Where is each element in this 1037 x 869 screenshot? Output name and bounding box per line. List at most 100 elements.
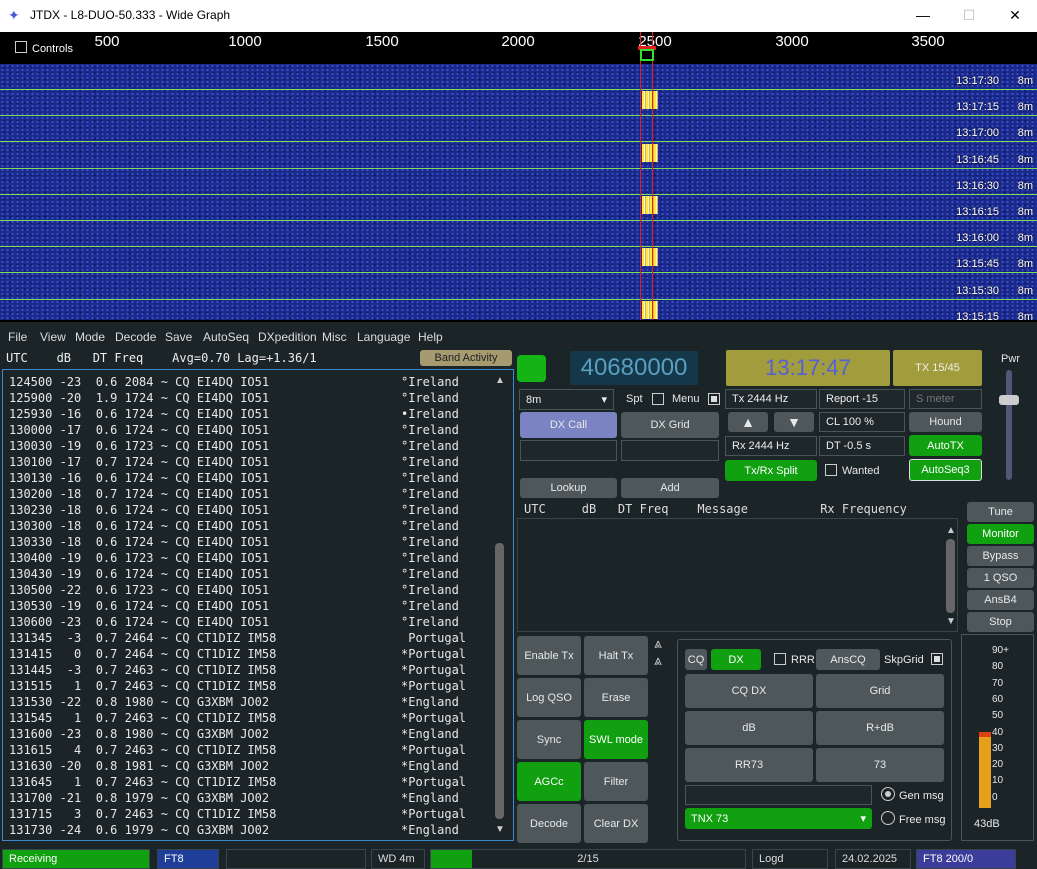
generated-message-field[interactable] xyxy=(685,785,872,805)
one-qso-button[interactable]: 1 QSO xyxy=(967,568,1034,588)
list-item[interactable]: 131600 -23 0.8 1980 ~ CQ G3XBM JO02 *Engl… xyxy=(9,726,459,742)
ansb4-button[interactable]: AnsB4 xyxy=(967,590,1034,610)
list-item[interactable]: 131630 -20 0.8 1981 ~ CQ G3XBM JO02 *Engl… xyxy=(9,758,459,774)
dx-grid-button[interactable]: DX Grid xyxy=(621,412,719,438)
list-item[interactable]: 131715 3 0.7 2463 ~ CQ CT1DIZ IM58 *Portu… xyxy=(9,806,466,822)
cq-button[interactable]: CQ xyxy=(685,649,707,670)
list-item[interactable]: 131645 1 0.7 2463 ~ CQ CT1DIZ IM58 *Portu… xyxy=(9,774,466,790)
scroll-down-icon[interactable]: ▼ xyxy=(495,824,505,835)
filter-button[interactable]: Filter xyxy=(584,762,648,801)
menu-file[interactable]: File xyxy=(8,330,27,344)
band-activity-list[interactable]: 124500 -23 0.6 2084 ~ CQ EI4DQ IO51 °Irel… xyxy=(2,369,514,841)
halt-tx-button[interactable]: Halt Tx xyxy=(584,636,648,675)
rx-scroll-down-icon[interactable]: ▼ xyxy=(946,616,956,627)
clear-dx-button[interactable]: Clear DX xyxy=(584,804,648,843)
rr73-button[interactable]: RR73 xyxy=(685,748,813,782)
wanted-checkbox[interactable] xyxy=(825,464,837,476)
dx-call-button[interactable]: DX Call xyxy=(520,412,617,438)
list-item[interactable]: 130300 -18 0.6 1724 ~ CQ EI4DQ IO51 °Irel… xyxy=(9,518,459,534)
list-item[interactable]: 131415 0 0.7 2464 ~ CQ CT1DIZ IM58 *Portu… xyxy=(9,646,466,662)
bypass-button[interactable]: Bypass xyxy=(967,546,1034,566)
agcc-button[interactable]: AGCc xyxy=(517,762,581,801)
scrollbar-thumb[interactable] xyxy=(495,543,504,819)
list-item[interactable]: 124500 -23 0.6 2084 ~ CQ EI4DQ IO51 °Irel… xyxy=(9,374,459,390)
list-item[interactable]: 130430 -19 0.6 1724 ~ CQ EI4DQ IO51 °Irel… xyxy=(9,566,459,582)
enable-tx-button[interactable]: Enable Tx xyxy=(517,636,581,675)
report-spinbox[interactable]: Report -15 xyxy=(819,389,905,409)
list-item[interactable]: 125900 -20 1.9 1724 ~ CQ EI4DQ IO51 °Irel… xyxy=(9,390,459,406)
spt-checkbox[interactable] xyxy=(652,393,664,405)
erase-button[interactable]: Erase xyxy=(584,678,648,717)
maximize-button[interactable]: ☐ xyxy=(946,4,992,28)
band-select[interactable]: 8m ▾ xyxy=(519,389,614,410)
s-meter-field[interactable]: S meter xyxy=(909,389,982,409)
list-item[interactable]: 131345 -3 0.7 2464 ~ CQ CT1DIZ IM58 Port… xyxy=(9,630,466,646)
list-item[interactable]: 130330 -18 0.6 1724 ~ CQ EI4DQ IO51 °Irel… xyxy=(9,534,459,550)
menu-misc[interactable]: Misc xyxy=(322,330,347,344)
free-message-select[interactable]: TNX 73 ▾ xyxy=(685,808,872,829)
tune-button[interactable]: Tune xyxy=(967,502,1034,522)
skpgrid-checkbox[interactable] xyxy=(931,653,943,665)
stop-button[interactable]: Stop xyxy=(967,612,1034,632)
power-slider-handle[interactable] xyxy=(999,395,1019,405)
r-db-button[interactable]: R+dB xyxy=(816,711,944,745)
list-item[interactable]: 130230 -18 0.6 1724 ~ CQ EI4DQ IO51 °Irel… xyxy=(9,502,459,518)
list-item[interactable]: 131615 4 0.7 2463 ~ CQ CT1DIZ IM58 *Portu… xyxy=(9,742,466,758)
monitor-button[interactable]: Monitor xyxy=(967,524,1034,544)
band-activity-label[interactable]: Band Activity xyxy=(420,350,512,366)
power-slider[interactable] xyxy=(1006,370,1012,480)
list-item[interactable]: 130100 -17 0.7 1724 ~ CQ EI4DQ IO51 °Irel… xyxy=(9,454,459,470)
lookup-button[interactable]: Lookup xyxy=(520,478,617,498)
rrr-checkbox[interactable] xyxy=(774,653,786,665)
tx-frequency[interactable]: Tx 2444 Hz xyxy=(725,389,817,409)
close-button[interactable]: ✕ xyxy=(992,4,1037,28)
menu-save[interactable]: Save xyxy=(165,330,192,344)
gen-msg-radio[interactable] xyxy=(881,787,895,801)
swl-mode-button[interactable]: SWL mode xyxy=(584,720,648,759)
tx-period-button[interactable]: TX 15/45 xyxy=(893,350,982,386)
menu-view[interactable]: View xyxy=(40,330,66,344)
menu-decode[interactable]: Decode xyxy=(115,330,156,344)
db-button[interactable]: dB xyxy=(685,711,813,745)
cq-dx-button[interactable]: CQ DX xyxy=(685,674,813,708)
list-item[interactable]: 131530 -22 0.8 1980 ~ CQ G3XBM JO02 *Engl… xyxy=(9,694,459,710)
grid-button[interactable]: Grid xyxy=(816,674,944,708)
list-item[interactable]: 131545 1 0.7 2463 ~ CQ CT1DIZ IM58 *Portu… xyxy=(9,710,466,726)
anscq-button[interactable]: AnsCQ xyxy=(816,649,880,670)
minimize-button[interactable]: — xyxy=(900,4,946,28)
rx-scrollbar-thumb[interactable] xyxy=(946,539,955,613)
list-item[interactable]: 130400 -19 0.6 1723 ~ CQ EI4DQ IO51 °Irel… xyxy=(9,550,459,566)
free-msg-radio[interactable] xyxy=(881,811,895,825)
menu-help[interactable]: Help xyxy=(418,330,443,344)
list-item[interactable]: 131515 1 0.7 2463 ~ CQ CT1DIZ IM58 *Portu… xyxy=(9,678,466,694)
controls-checkbox[interactable] xyxy=(15,41,27,53)
rx-frequency[interactable]: Rx 2444 Hz xyxy=(725,436,817,456)
rx-scroll-up-icon[interactable]: ▲ xyxy=(946,525,956,536)
down-arrow-button[interactable]: ▼ xyxy=(774,412,814,432)
list-item[interactable]: 131730 -24 0.6 1979 ~ CQ G3XBM JO02 *Engl… xyxy=(9,822,459,838)
dx-grid-input[interactable] xyxy=(621,440,719,461)
menu-language[interactable]: Language xyxy=(357,330,410,344)
dx-button[interactable]: DX xyxy=(711,649,761,670)
73-button[interactable]: 73 xyxy=(816,748,944,782)
list-item[interactable]: 130530 -19 0.6 1724 ~ CQ EI4DQ IO51 °Irel… xyxy=(9,598,459,614)
dt-spinbox[interactable]: DT -0.5 s xyxy=(819,436,905,456)
rx-frequency-list[interactable] xyxy=(517,518,958,632)
list-item[interactable]: 130200 -18 0.7 1724 ~ CQ EI4DQ IO51 °Irel… xyxy=(9,486,459,502)
waterfall[interactable]: 13:17:30 8m 13:17:15 8m 13:17:00 8m 13:16:45 8m… xyxy=(0,64,1037,320)
menu-dxpedition[interactable]: DXpedition xyxy=(258,330,317,344)
hound-button[interactable]: Hound xyxy=(909,412,982,432)
add-button[interactable]: Add xyxy=(621,478,719,498)
tx-rx-split-button[interactable]: Tx/Rx Split xyxy=(725,460,817,481)
up-arrow-button[interactable]: ▲ xyxy=(728,412,768,432)
list-item[interactable]: 130130 -16 0.6 1724 ~ CQ EI4DQ IO51 °Irel… xyxy=(9,470,459,486)
sync-button[interactable]: Sync xyxy=(517,720,581,759)
list-item[interactable]: 125930 -16 0.6 1724 ~ CQ EI4DQ IO51 •Irel… xyxy=(9,406,459,422)
scroll-up-icon[interactable]: ▲ xyxy=(495,375,505,386)
collapse-arrows-icon[interactable]: ⩓ ⩓ xyxy=(654,635,662,669)
menu-mode[interactable]: Mode xyxy=(75,330,105,344)
list-item[interactable]: 130600 -23 0.6 1724 ~ CQ EI4DQ IO51 °Irel… xyxy=(9,614,459,630)
autoseq-button[interactable]: AutoSeq3 xyxy=(909,459,982,481)
menu-checkbox[interactable] xyxy=(708,393,720,405)
log-qso-button[interactable]: Log QSO xyxy=(517,678,581,717)
